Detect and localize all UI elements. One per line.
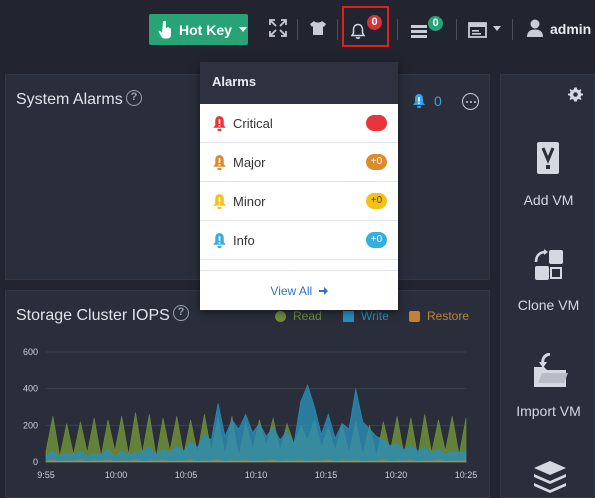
legend-swatch — [409, 310, 420, 322]
x-tick-label: 10:00 — [105, 470, 128, 480]
username-label[interactable]: admin — [550, 21, 591, 37]
stack-layers-icon[interactable] — [532, 459, 568, 495]
alarms-dropdown-title: Alarms — [200, 62, 398, 104]
hand-pointer-icon — [158, 20, 171, 38]
alarm-row-major[interactable]: Major +0 — [200, 143, 398, 182]
chevron-down-icon — [238, 27, 247, 32]
alarm-label: Minor — [233, 194, 266, 209]
divider — [456, 19, 457, 40]
quick-actions-panel: Add VM Clone VM Import VM — [500, 74, 595, 498]
arrow-right-icon — [318, 287, 328, 295]
alarm-label: Critical — [233, 116, 273, 131]
alarm-count-pill: +0 — [366, 193, 387, 209]
alarm-count-pill: +0 — [366, 154, 387, 170]
critical-bell-icon — [213, 116, 226, 131]
tasks-count-badge: 0 — [428, 16, 443, 31]
storage-iops-title: Storage Cluster IOPS — [16, 307, 170, 324]
hot-key-label: Hot Key — [179, 21, 232, 38]
x-tick-label: 10:05 — [175, 470, 198, 480]
legend-read[interactable]: Read — [275, 309, 322, 323]
info-bell-icon — [213, 233, 226, 248]
x-tick-label: 10:25 — [455, 470, 478, 480]
clone-vm-label: Clone VM — [517, 297, 580, 313]
import-vm-label: Import VM — [516, 403, 581, 419]
legend-label: Write — [361, 309, 389, 323]
x-tick-label: 9:55 — [37, 470, 55, 480]
legend-swatch — [275, 310, 286, 322]
alarms-dropdown: Alarms Critical +0 Major +0 Minor +0 Inf… — [200, 62, 398, 310]
iops-chart: 600 400 200 0 9:55 10:00 10:05 10:10 10:15 10:20 1… — [23, 347, 478, 480]
legend-restore[interactable]: Restore — [409, 309, 469, 323]
console-window-icon[interactable] — [468, 21, 488, 41]
alarm-count-pill: +0 — [366, 115, 387, 131]
x-tick-label: 10:15 — [315, 470, 338, 480]
y-tick-label: 600 — [23, 347, 38, 357]
y-tick-label: 200 — [23, 420, 38, 430]
x-tick-label: 10:20 — [385, 470, 408, 480]
info-alarm-bell-icon — [413, 94, 425, 108]
add-vm-icon — [537, 142, 559, 174]
alarm-row-critical[interactable]: Critical +0 — [200, 104, 398, 143]
view-all-link[interactable]: View All — [200, 270, 398, 310]
add-vm-label: Add VM — [523, 192, 574, 208]
help-icon[interactable]: ? — [173, 305, 189, 321]
view-all-label: View All — [270, 284, 313, 298]
x-tick-label: 10:10 — [245, 470, 268, 480]
alarm-count-pill: +0 — [366, 232, 387, 248]
user-icon[interactable] — [526, 18, 546, 38]
tasks-icon[interactable] — [410, 22, 430, 42]
help-icon[interactable]: ? — [126, 90, 142, 106]
system-alarms-title: System Alarms — [16, 91, 123, 108]
alarm-count-badge: 0 — [367, 15, 382, 30]
top-bar: Hot Key 0 0 admin — [0, 0, 595, 62]
legend-write[interactable]: Write — [343, 309, 389, 323]
import-vm-icon — [534, 353, 568, 387]
legend-swatch — [343, 310, 354, 322]
alarm-row-info[interactable]: Info +0 — [200, 221, 398, 260]
alarm-label: Major — [233, 155, 266, 170]
theme-shirt-icon[interactable] — [308, 18, 328, 38]
divider — [397, 19, 398, 40]
alarm-label: Info — [233, 233, 255, 248]
y-tick-label: 0 — [33, 457, 38, 467]
chevron-down-icon[interactable] — [493, 26, 501, 31]
major-bell-icon — [213, 155, 226, 170]
divider — [297, 19, 298, 40]
settings-gear-icon[interactable] — [568, 87, 583, 102]
hot-key-button[interactable]: Hot Key — [149, 14, 248, 45]
alarm-row-minor[interactable]: Minor +0 — [200, 182, 398, 221]
fullscreen-icon[interactable] — [268, 18, 288, 38]
divider — [337, 19, 338, 40]
clone-vm-icon — [534, 249, 563, 280]
alarms-bell-button[interactable]: 0 — [342, 6, 389, 47]
legend-label: Read — [293, 309, 322, 323]
more-options-button[interactable] — [462, 93, 479, 110]
bell-icon — [350, 23, 366, 39]
y-tick-label: 400 — [23, 384, 38, 394]
info-alarm-count: 0 — [434, 93, 442, 109]
minor-bell-icon — [213, 194, 226, 209]
divider — [512, 19, 513, 40]
legend-label: Restore — [427, 309, 470, 323]
